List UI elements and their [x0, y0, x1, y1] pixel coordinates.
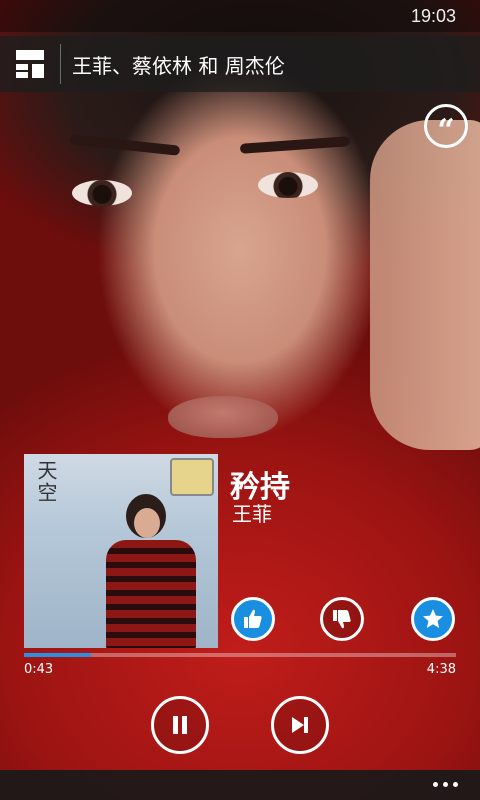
lyrics-button[interactable]: “: [424, 104, 468, 148]
background-portrait-hand: [370, 120, 480, 450]
artist-list-title: 王菲、蔡依林 和 周杰伦: [72, 54, 285, 78]
dislike-button[interactable]: [320, 597, 364, 641]
favorite-button[interactable]: [411, 597, 455, 641]
thumbs-up-icon: [244, 609, 262, 628]
like-button[interactable]: [231, 597, 275, 641]
more-dot: [443, 782, 448, 787]
pause-button[interactable]: [151, 696, 209, 754]
quote-icon: “: [437, 113, 455, 148]
progress-fill: [24, 653, 91, 657]
background-portrait-eye-right: [258, 172, 318, 198]
now-playing-screen: 19:03 王菲、蔡依林 和 周杰伦 “ 天空 矜持 王菲 0:43 4:38: [0, 0, 480, 800]
album-cover-sweater: [106, 540, 196, 648]
next-button[interactable]: [271, 696, 329, 754]
status-time: 19:03: [410, 6, 456, 26]
total-time: 4:38: [426, 662, 456, 677]
album-cover-face: [134, 508, 160, 538]
background-portrait-eye-left: [72, 180, 132, 206]
background-portrait-brow-left: [69, 134, 181, 156]
more-icon[interactable]: [433, 782, 458, 787]
progress-bar[interactable]: [24, 653, 456, 657]
album-badge-icon: [170, 458, 214, 496]
status-bar: 19:03: [0, 0, 480, 32]
title-divider: [60, 44, 61, 84]
hub-grid-icon[interactable]: [16, 50, 44, 78]
background-portrait-lips: [168, 396, 278, 438]
thumbs-down-icon: [333, 610, 351, 629]
skip-next-icon: [292, 717, 308, 733]
elapsed-time: 0:43: [24, 662, 54, 677]
album-art: 天空: [24, 454, 218, 648]
pause-icon: [173, 716, 187, 734]
app-bar: [0, 770, 480, 800]
album-cover-text: 天空: [34, 460, 58, 504]
more-dot: [453, 782, 458, 787]
star-icon: [423, 609, 443, 628]
background-portrait-brow-right: [239, 136, 351, 154]
album-cover-figure: [98, 494, 198, 648]
more-dot: [433, 782, 438, 787]
song-artist: 王菲: [232, 502, 272, 526]
title-bar: 王菲、蔡依林 和 周杰伦: [0, 36, 480, 92]
